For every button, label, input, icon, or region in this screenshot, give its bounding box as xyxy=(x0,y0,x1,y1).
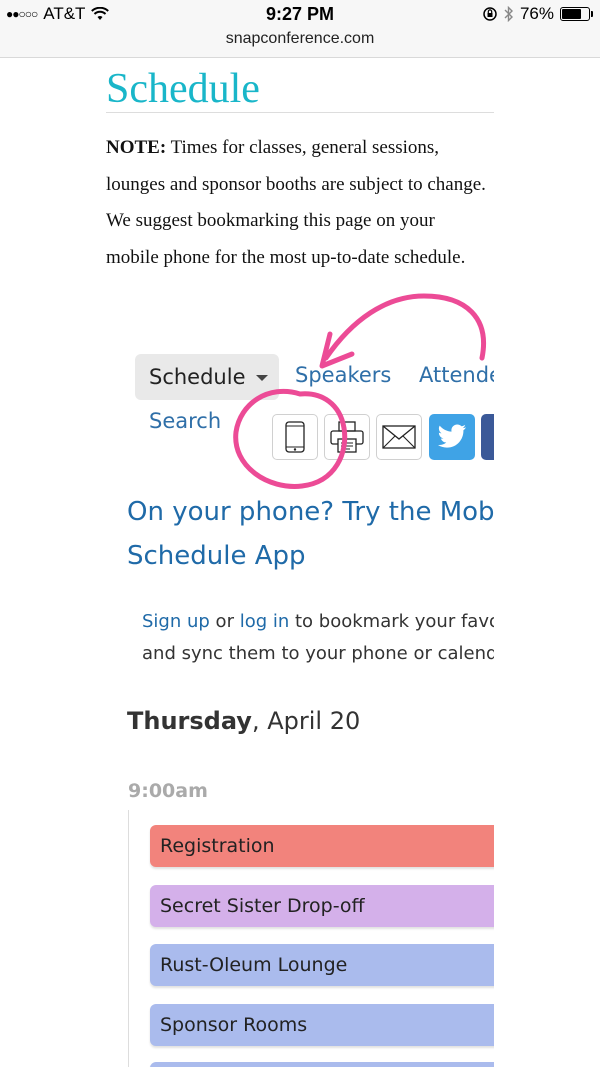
note-label: NOTE: xyxy=(106,137,167,158)
signup-rest: to bookmark your favorites xyxy=(294,611,494,632)
mobile-button[interactable] xyxy=(272,414,318,460)
session-item[interactable]: Registration xyxy=(150,825,494,867)
url-bar[interactable]: snapconference.com xyxy=(0,30,600,48)
mobile-app-heading[interactable]: On your phone? Try the Mobile Schedule A… xyxy=(127,490,494,578)
bluetooth-icon xyxy=(504,6,513,22)
day-heading: Thursday, April 20 xyxy=(127,707,360,735)
session-item-partial[interactable] xyxy=(150,1062,494,1067)
time-slot-label: 9:00am xyxy=(128,780,208,802)
status-bar: ●●○○○ AT&T 9:27 PM 76% snapconference.co… xyxy=(0,0,600,58)
page-title: Schedule xyxy=(106,66,260,112)
session-item[interactable]: Secret Sister Drop-off xyxy=(150,884,494,927)
caret-down-icon xyxy=(255,375,268,381)
day-date: , April 20 xyxy=(251,707,361,735)
session-item[interactable]: Rust-Oleum Lounge xyxy=(150,944,494,986)
day-weekday: Thursday xyxy=(127,707,252,735)
sign-up-link[interactable]: Sign up xyxy=(142,611,210,632)
signup-or: or xyxy=(209,611,240,632)
nav-speakers[interactable]: Speakers xyxy=(295,363,391,387)
title-divider xyxy=(106,112,494,113)
orientation-lock-icon xyxy=(483,7,497,21)
mobile-icon xyxy=(285,421,305,453)
status-right: 76% xyxy=(482,4,593,24)
signup-text: Sign up or log in to bookmark your favor… xyxy=(142,606,494,670)
schedule-dropdown[interactable]: Schedule xyxy=(135,354,279,400)
battery-icon xyxy=(560,7,593,21)
schedule-dropdown-label: Schedule xyxy=(149,365,246,389)
mobile-app-heading-line1: On your phone? Try the Mobile xyxy=(127,497,494,527)
log-in-link[interactable]: log in xyxy=(240,611,290,632)
session-item[interactable]: Sponsor Rooms xyxy=(150,1003,494,1046)
schedule-note: NOTE: Times for classes, general session… xyxy=(106,130,486,276)
nav-attendees[interactable]: Attendees xyxy=(419,363,494,387)
print-icon xyxy=(330,421,364,453)
nav-search[interactable]: Search xyxy=(149,409,221,433)
timeline-line xyxy=(128,810,129,1067)
twitter-icon xyxy=(438,424,466,448)
print-button[interactable] xyxy=(324,414,370,460)
battery-fill xyxy=(562,9,581,19)
email-button[interactable] xyxy=(376,414,422,460)
email-icon xyxy=(382,425,416,449)
mobile-app-heading-line2: Schedule App xyxy=(127,541,306,571)
twitter-button[interactable] xyxy=(429,414,475,460)
facebook-button[interactable] xyxy=(481,414,494,460)
content-column: Schedule NOTE: Times for classes, genera… xyxy=(0,58,494,1067)
battery-percent: 76% xyxy=(519,4,554,23)
signup-line2: and sync them to your phone or calendar. xyxy=(142,643,494,664)
